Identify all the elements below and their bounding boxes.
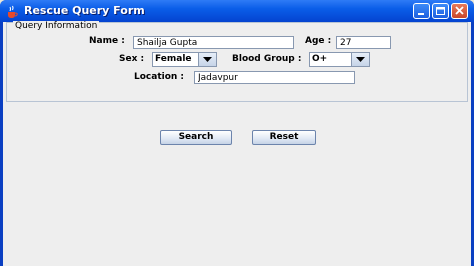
chevron-down-icon bbox=[356, 57, 365, 62]
name-label: Name : bbox=[89, 36, 125, 46]
reset-button[interactable]: Reset bbox=[252, 130, 316, 145]
age-field[interactable] bbox=[336, 36, 391, 49]
blood-group-select[interactable]: O+ bbox=[309, 52, 370, 67]
age-label: Age : bbox=[305, 36, 332, 46]
name-field[interactable] bbox=[133, 36, 294, 49]
sex-select[interactable]: Female bbox=[152, 52, 217, 67]
blood-group-selected-value: O+ bbox=[312, 54, 328, 64]
window-client-area: Query Information Name : Age : Sex : Fem… bbox=[3, 21, 471, 266]
minimize-icon bbox=[418, 13, 424, 15]
close-button[interactable] bbox=[451, 3, 468, 19]
panel-title: Query Information bbox=[13, 21, 100, 31]
search-button[interactable]: Search bbox=[160, 130, 232, 145]
sex-dropdown-button[interactable] bbox=[198, 53, 216, 66]
location-field[interactable] bbox=[194, 71, 355, 84]
maximize-button[interactable] bbox=[432, 3, 449, 19]
maximize-icon bbox=[436, 7, 445, 15]
chevron-down-icon bbox=[203, 57, 212, 62]
sex-selected-value: Female bbox=[155, 54, 192, 64]
sex-label: Sex : bbox=[119, 54, 145, 64]
title-bar[interactable]: Rescue Query Form bbox=[0, 0, 474, 22]
blood-group-dropdown-button[interactable] bbox=[351, 53, 369, 66]
window-title: Rescue Query Form bbox=[24, 4, 145, 17]
location-label: Location : bbox=[134, 72, 185, 82]
query-information-panel: Query Information Name : Age : Sex : Fem… bbox=[6, 21, 468, 102]
java-cup-icon bbox=[5, 4, 19, 18]
minimize-button[interactable] bbox=[413, 3, 430, 19]
app-window: Rescue Query Form Query Information Name… bbox=[0, 0, 474, 266]
blood-group-label: Blood Group : bbox=[232, 54, 302, 64]
close-icon bbox=[455, 6, 464, 15]
